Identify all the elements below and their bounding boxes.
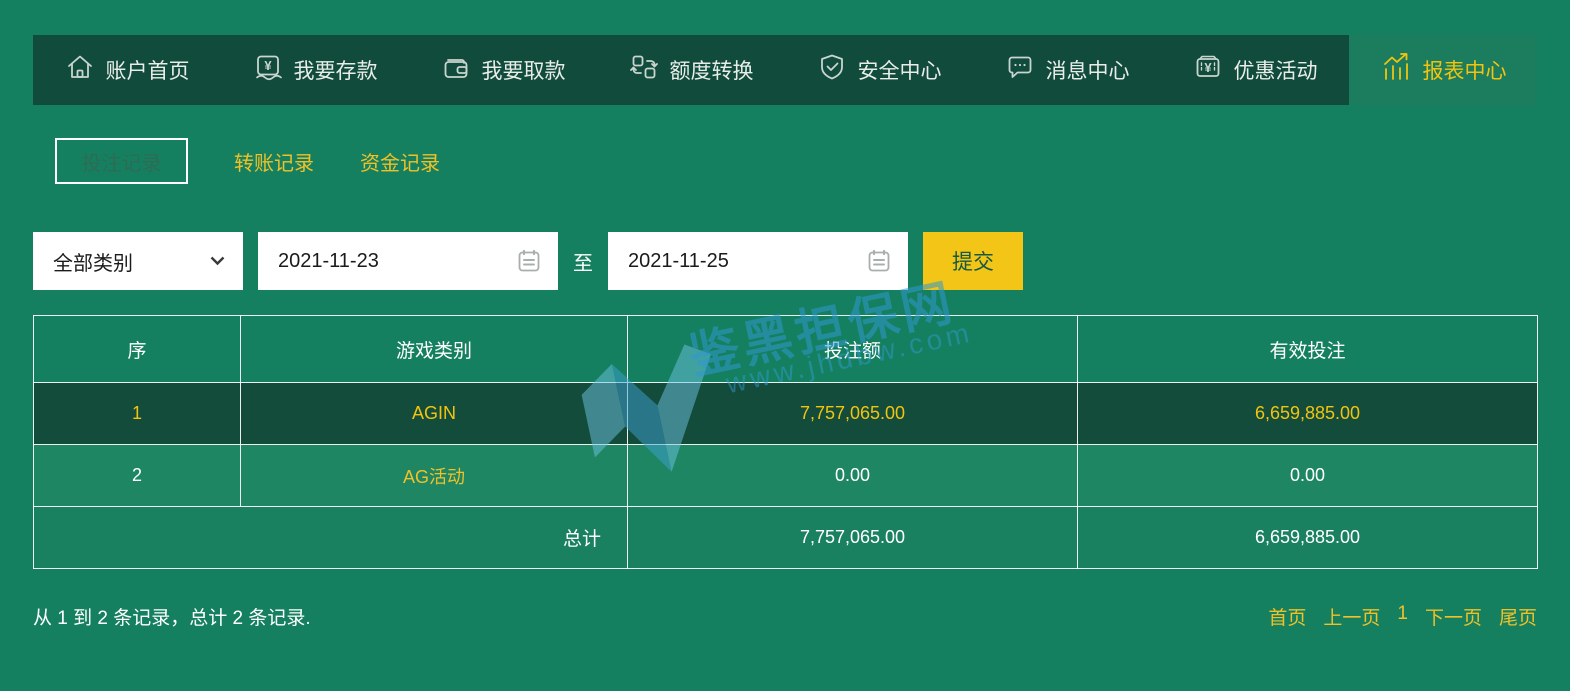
nav-item-label: 我要存款 <box>293 60 378 83</box>
nav-item-message-center[interactable]: 消息中心 <box>973 35 1161 105</box>
pagination: 首页 上一页 1 下一页 尾页 <box>1268 603 1537 630</box>
header-valid-bet: 有效投注 <box>1077 315 1538 383</box>
tab-fund-records[interactable]: 资金记录 <box>360 147 440 176</box>
nav-item-label: 安全中心 <box>857 60 942 83</box>
top-navbar: 账户首页 ¥ 我要存款 我要取款 额度转换 安全中心 消息中心 ¥ 优惠活动 报… <box>33 35 1537 105</box>
nav-item-label: 我要取款 <box>481 60 566 83</box>
pagination-page-1[interactable]: 1 <box>1397 603 1408 630</box>
total-bet-amount: 7,757,065.00 <box>627 506 1078 569</box>
date-from-input[interactable]: 2021-11-23 <box>258 232 558 290</box>
cell-valid-bet: 0.00 <box>1077 444 1538 507</box>
pagination-next[interactable]: 下一页 <box>1425 603 1482 630</box>
promo-icon: ¥ <box>1193 52 1223 88</box>
nav-item-withdraw[interactable]: 我要取款 <box>409 35 597 105</box>
category-select-value: 全部类别 <box>53 252 133 275</box>
table-row: 2 AG活动 0.00 0.00 <box>33 444 1538 507</box>
nav-item-label: 额度转换 <box>669 60 754 83</box>
chevron-down-icon <box>210 256 225 266</box>
submit-button[interactable]: 提交 <box>923 232 1023 290</box>
total-valid-bet: 6,659,885.00 <box>1077 506 1538 569</box>
filter-bar: 全部类别 2021-11-23 至 2021-11-25 提交 <box>33 232 1023 290</box>
category-select[interactable]: 全部类别 <box>33 232 243 290</box>
nav-item-security-center[interactable]: 安全中心 <box>785 35 973 105</box>
message-icon <box>1005 52 1035 88</box>
cell-bet-amount: 0.00 <box>627 444 1078 507</box>
cell-valid-bet: 6,659,885.00 <box>1077 382 1538 445</box>
pagination-prev[interactable]: 上一页 <box>1323 603 1380 630</box>
withdraw-icon <box>441 52 471 88</box>
table-total-row: 总计 7,757,065.00 6,659,885.00 <box>33 506 1538 569</box>
calendar-icon[interactable] <box>516 248 542 274</box>
pagination-first[interactable]: 首页 <box>1268 603 1306 630</box>
cell-game-category: AGIN <box>240 382 628 445</box>
nav-item-promotions[interactable]: ¥ 优惠活动 <box>1161 35 1349 105</box>
header-seq: 序 <box>33 315 241 383</box>
date-from-value: 2021-11-23 <box>278 249 379 272</box>
home-icon <box>65 52 95 88</box>
nav-item-label: 报表中心 <box>1422 60 1507 83</box>
header-game-category: 游戏类别 <box>240 315 628 383</box>
nav-item-label: 消息中心 <box>1045 60 1130 83</box>
deposit-icon: ¥ <box>253 52 283 88</box>
table-header-row: 序 游戏类别 投注额 有效投注 <box>33 315 1538 383</box>
nav-item-quota-transfer[interactable]: 额度转换 <box>597 35 785 105</box>
header-bet-amount: 投注额 <box>627 315 1078 383</box>
nav-item-account-home[interactable]: 账户首页 <box>33 35 221 105</box>
report-table: 序 游戏类别 投注额 有效投注 1 AGIN 7,757,065.00 6,65… <box>33 315 1538 569</box>
cell-seq: 2 <box>33 444 241 507</box>
table-row: 1 AGIN 7,757,065.00 6,659,885.00 <box>33 382 1538 445</box>
pagination-last[interactable]: 尾页 <box>1499 603 1537 630</box>
svg-text:¥: ¥ <box>264 58 272 73</box>
cell-seq: 1 <box>33 382 241 445</box>
tab-bet-records[interactable]: 投注记录 <box>55 138 188 184</box>
nav-item-report-center[interactable]: 报表中心 <box>1349 35 1537 105</box>
cell-bet-amount: 7,757,065.00 <box>627 382 1078 445</box>
tab-transfer-records[interactable]: 转账记录 <box>234 147 314 176</box>
cell-game-category: AG活动 <box>240 444 628 507</box>
date-range-to-label: 至 <box>573 252 593 275</box>
date-to-value: 2021-11-25 <box>628 249 729 272</box>
calendar-icon[interactable] <box>866 248 892 274</box>
svg-text:¥: ¥ <box>1204 60 1212 75</box>
records-summary: 从 1 到 2 条记录，总计 2 条记录. <box>33 608 311 629</box>
record-tabs: 投注记录 转账记录 资金记录 <box>55 138 440 184</box>
nav-item-label: 账户首页 <box>105 60 190 83</box>
shield-check-icon <box>817 52 847 88</box>
nav-item-label: 优惠活动 <box>1233 60 1318 83</box>
report-chart-icon <box>1380 51 1412 89</box>
date-to-input[interactable]: 2021-11-25 <box>608 232 908 290</box>
total-label: 总计 <box>33 506 628 569</box>
nav-item-deposit[interactable]: ¥ 我要存款 <box>221 35 409 105</box>
transfer-icon <box>629 52 659 88</box>
